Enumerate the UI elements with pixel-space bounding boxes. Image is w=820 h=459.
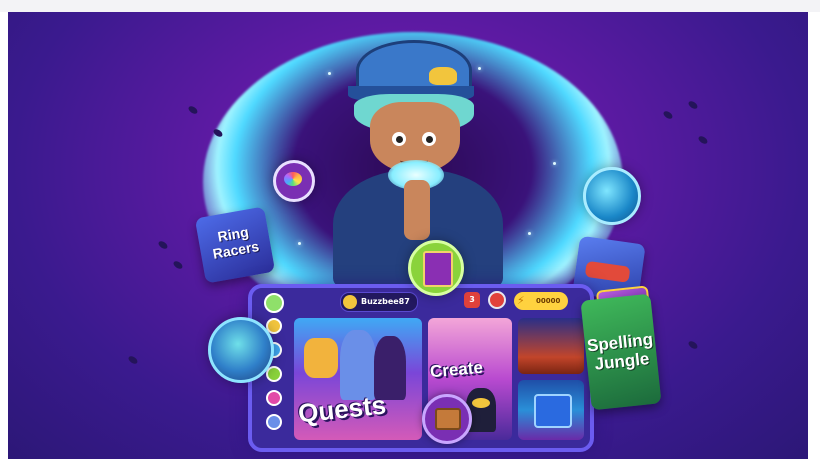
coin-balance: ⚡ 00000 [514, 292, 568, 310]
side-nav-item[interactable] [266, 414, 282, 430]
quests-label: Quests [296, 389, 388, 429]
spelling-jungle-game-cube[interactable]: Spelling Jungle [580, 293, 662, 411]
sparkle [553, 162, 556, 165]
username: Buzzbee87 [361, 297, 410, 306]
coin-count: 00000 [536, 297, 561, 305]
user-pill[interactable]: Buzzbee87 [340, 292, 418, 312]
eye [422, 132, 436, 146]
leaf-decoration [687, 339, 699, 351]
leaf-decoration [172, 259, 184, 271]
hero-figure [340, 330, 376, 400]
game-scene-tile[interactable] [518, 318, 584, 374]
leaf-decoration [687, 99, 699, 111]
leaf-decoration [187, 104, 199, 116]
hero-illustration: Ring Racers Buzzbee87 3 ⚡ 00000 Quests C… [8, 12, 808, 459]
island-icon[interactable] [208, 317, 274, 383]
count-badge: 3 [464, 292, 480, 308]
quests-tile[interactable]: Quests [294, 318, 422, 440]
sparkle [528, 232, 531, 235]
side-nav-item[interactable] [266, 390, 282, 406]
spelling-jungle-label: Spelling Jungle [586, 329, 654, 374]
game-scene-tile[interactable] [518, 380, 584, 440]
leaf-decoration [697, 134, 709, 146]
tablet-device: Buzzbee87 3 ⚡ 00000 Quests Create [248, 284, 594, 452]
book-icon[interactable] [408, 240, 464, 296]
user-icon [343, 295, 357, 309]
avatar-icon[interactable] [264, 293, 284, 313]
ring-racers-label: Ring Racers [211, 223, 261, 262]
cube-figure [534, 394, 572, 428]
leaf-decoration [127, 354, 139, 366]
eye [392, 132, 406, 146]
elephant-logo-icon [429, 67, 457, 85]
window-topbar [0, 0, 820, 12]
shield-icon[interactable] [488, 291, 506, 309]
create-label: Create [429, 357, 484, 382]
chest-icon[interactable] [422, 394, 472, 444]
rainbow-icon[interactable] [273, 160, 315, 202]
leaf-decoration [157, 239, 169, 251]
ring-racers-game-cube[interactable]: Ring Racers [194, 206, 276, 284]
leaf-decoration [662, 109, 674, 121]
creature-figure [304, 338, 338, 378]
sparkle [298, 242, 301, 245]
bolt-icon: ⚡ [517, 294, 525, 307]
flashlight-icon [404, 180, 430, 240]
globe-icon[interactable] [583, 167, 641, 225]
